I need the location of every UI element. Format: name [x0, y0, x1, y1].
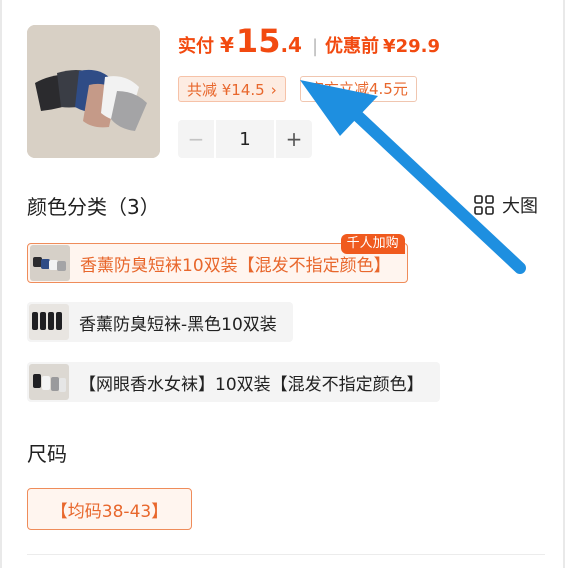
size-section-title: 尺码: [27, 442, 67, 466]
option-thumbnail: [29, 304, 69, 340]
chevron-right-icon: ›: [270, 81, 277, 99]
total-discount-text: 共减 ¥14.5: [187, 81, 265, 99]
color-option-mixed-short[interactable]: 香薰防臭短袜10双装【混发不指定颜色】 千人加购: [27, 234, 408, 283]
size-option-one-size[interactable]: 【均码38-43】: [27, 488, 192, 530]
divider: [27, 554, 545, 555]
color-option-mesh-women[interactable]: 【网眼香水女袜】10双装【混发不指定颜色】: [27, 362, 440, 402]
price-decimal: .4: [280, 33, 302, 57]
price-currency: ¥: [220, 33, 234, 57]
official-discount-tag: 官方立减4.5元: [300, 76, 417, 102]
grid-icon: [474, 195, 494, 215]
color-option-black[interactable]: 香薰防臭短袜-黑色10双装: [27, 302, 293, 342]
popular-badge: 千人加购: [340, 234, 405, 254]
total-discount-tag[interactable]: 共减 ¥14.5 ›: [178, 76, 286, 102]
option-thumbnail: [29, 364, 69, 400]
original-price-value: ¥29.9: [383, 36, 440, 57]
product-thumbnail[interactable]: [27, 25, 160, 158]
decrement-button[interactable]: −: [178, 120, 214, 158]
quantity-stepper: − 1 +: [178, 120, 312, 158]
quantity-input[interactable]: 1: [216, 120, 274, 158]
option-label: 香薰防臭短袜-黑色10双装: [79, 314, 277, 335]
option-thumbnail: [30, 245, 70, 281]
price-separator: |: [311, 36, 319, 57]
price-row: 实付 ¥ 15 .4 | 优惠前 ¥29.9: [178, 22, 440, 72]
big-view-label: 大图: [502, 196, 538, 217]
option-label: 【网眼香水女袜】10双装【混发不指定颜色】: [79, 374, 424, 395]
color-section-title: 颜色分类（3）: [27, 195, 160, 219]
price-label: 实付: [178, 36, 214, 57]
option-label: 香薰防臭短袜10双装【混发不指定颜色】: [80, 255, 391, 276]
increment-button[interactable]: +: [276, 120, 312, 158]
official-discount-text: 官方立减4.5元: [309, 80, 408, 98]
big-view-button[interactable]: 大图: [474, 190, 538, 220]
price-integer: 15: [235, 22, 281, 60]
original-price-label: 优惠前: [325, 36, 380, 57]
